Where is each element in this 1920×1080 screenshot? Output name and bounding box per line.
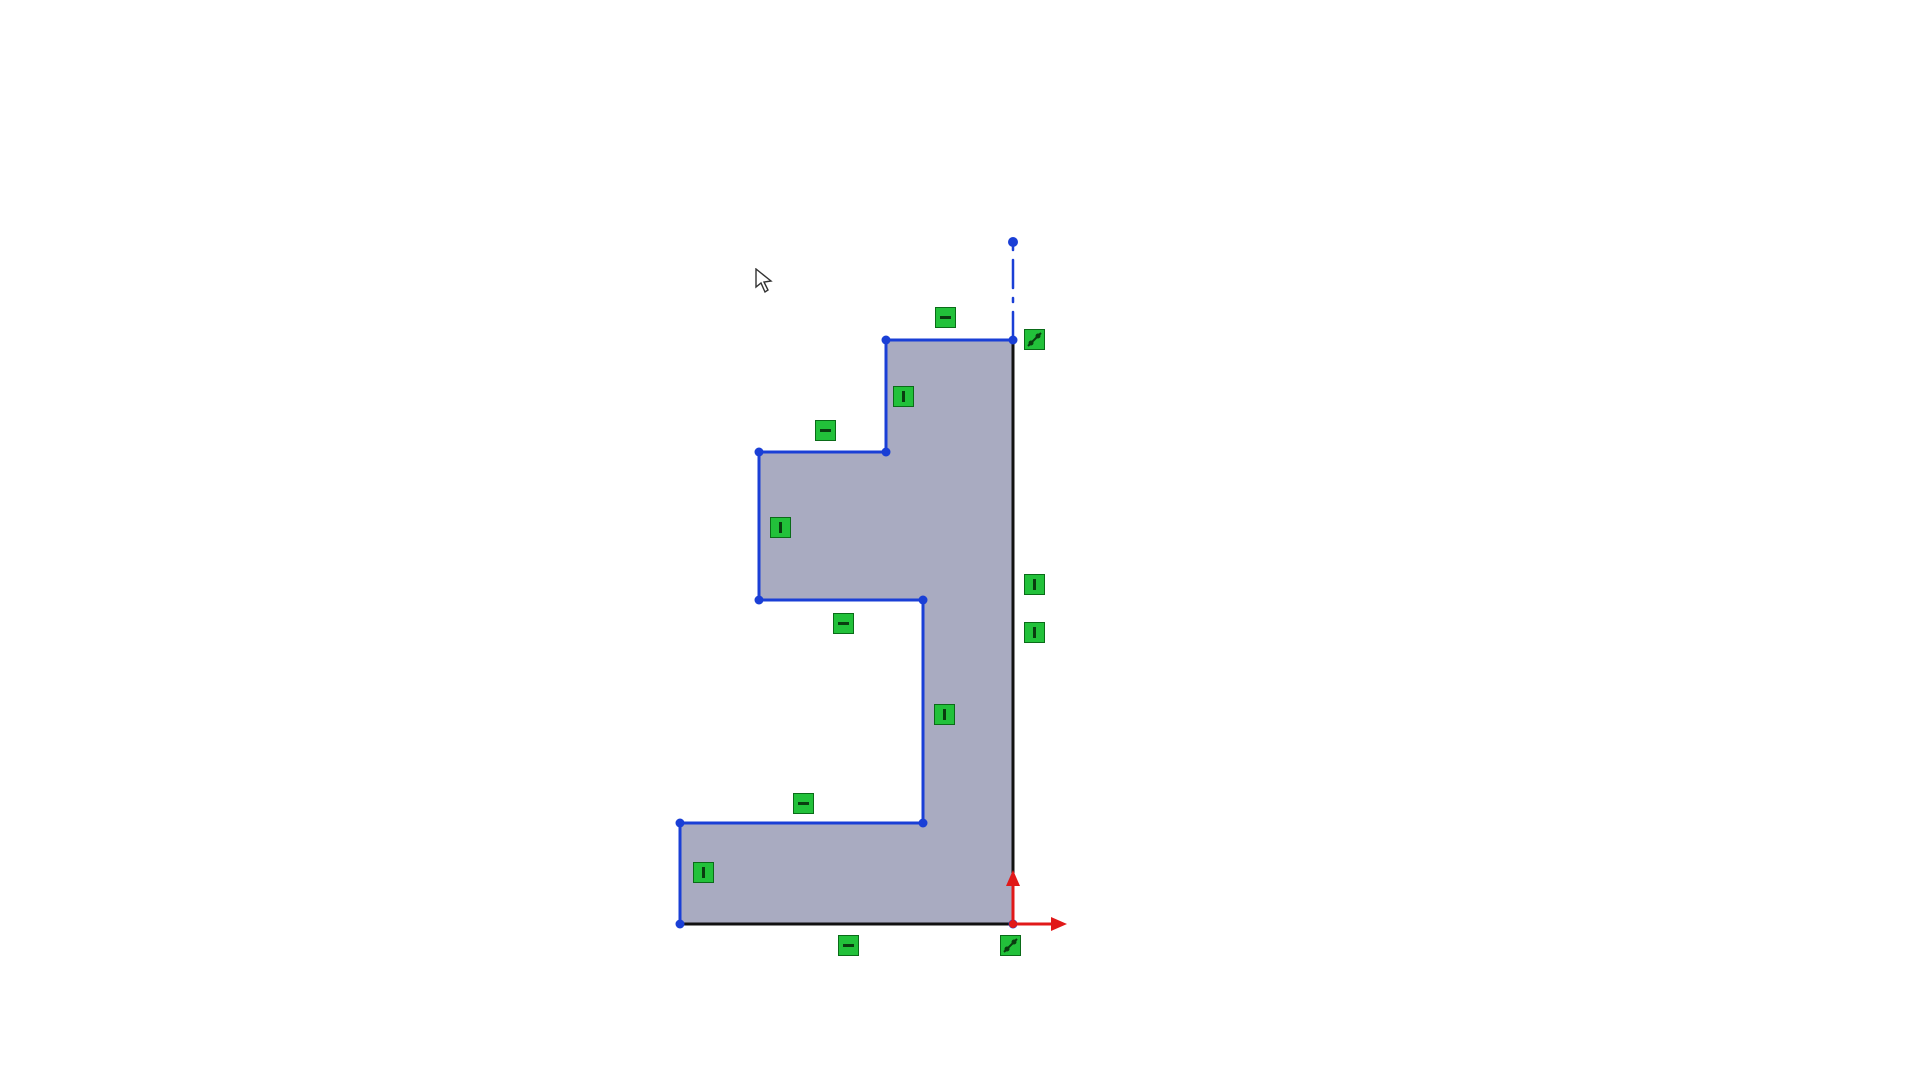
sketch-vertex[interactable]: [882, 336, 891, 345]
vertical-constraint-icon[interactable]: [934, 704, 955, 725]
sketch-svg: [0, 0, 1920, 1080]
vertical-constraint-icon[interactable]: [1024, 622, 1045, 643]
horizontal-constraint-icon[interactable]: [935, 307, 956, 328]
centerline-endpoint[interactable]: [1008, 237, 1018, 247]
sketch-vertex[interactable]: [676, 920, 685, 929]
vertical-constraint-icon[interactable]: [693, 862, 714, 883]
horizontal-constraint-icon[interactable]: [793, 793, 814, 814]
sketch-canvas[interactable]: [0, 0, 1920, 1080]
origin-x-arrowhead-icon: [1051, 917, 1067, 931]
sketch-vertex[interactable]: [755, 596, 764, 605]
sketch-vertex[interactable]: [919, 819, 928, 828]
horizontal-constraint-icon[interactable]: [838, 935, 859, 956]
horizontal-constraint-icon[interactable]: [833, 613, 854, 634]
sketch-vertex[interactable]: [919, 596, 928, 605]
sketch-vertex[interactable]: [755, 448, 764, 457]
origin-point-icon: [1009, 920, 1017, 928]
sketch-vertex[interactable]: [676, 819, 685, 828]
vertical-constraint-icon[interactable]: [893, 386, 914, 407]
coincident-constraint-icon[interactable]: [1024, 329, 1045, 350]
vertical-constraint-icon[interactable]: [1024, 574, 1045, 595]
sketch-vertex[interactable]: [882, 448, 891, 457]
sketch-vertex[interactable]: [1009, 336, 1018, 345]
coincident-constraint-icon[interactable]: [1000, 935, 1021, 956]
vertical-constraint-icon[interactable]: [770, 517, 791, 538]
horizontal-constraint-icon[interactable]: [815, 420, 836, 441]
